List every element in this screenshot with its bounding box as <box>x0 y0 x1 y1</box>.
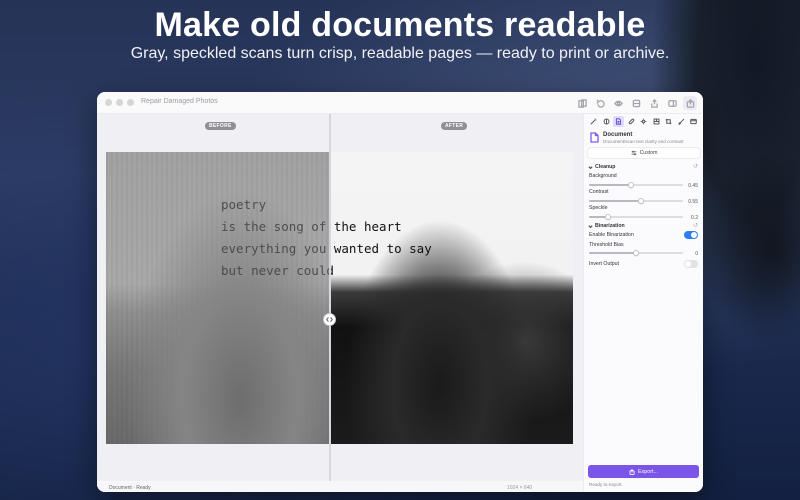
contrast-value: 0.55 <box>688 199 698 205</box>
app-window: Repair Damaged Photos BEFORE AFTER poetr… <box>97 92 703 492</box>
inspector-panel: Document Document/scan text clarity and … <box>583 114 703 492</box>
window-title: Repair Damaged Photos <box>141 98 218 105</box>
bandage-icon[interactable] <box>626 116 637 127</box>
after-label: AFTER <box>441 122 468 130</box>
poem-line: everything you wanted to say <box>221 241 327 256</box>
window-controls <box>105 99 134 106</box>
arrows-horizontal-icon <box>326 317 333 322</box>
export-status: Ready to export. <box>589 482 623 487</box>
chevron-down-icon <box>588 224 593 228</box>
custom-preset-button[interactable]: Custom <box>588 148 700 158</box>
document-icon[interactable] <box>613 116 624 127</box>
poem-line: but never could <box>221 263 330 278</box>
speckle-slider[interactable] <box>589 213 683 220</box>
sliders-icon <box>631 150 636 156</box>
contrast-slider[interactable] <box>589 197 683 204</box>
binarization-section-toggle[interactable]: Binarization <box>588 223 625 229</box>
film-icon[interactable] <box>688 116 699 127</box>
poem-line: but never could <box>330 263 334 278</box>
export-icon[interactable] <box>683 96 697 110</box>
share-icon[interactable] <box>647 96 661 110</box>
title-bar: Repair Damaged Photos <box>97 92 703 114</box>
adjust-icon[interactable] <box>601 116 612 127</box>
poem-line: is the song of the heart <box>221 219 327 234</box>
magic-wand-icon[interactable] <box>588 116 599 127</box>
undo-icon[interactable] <box>593 96 607 110</box>
custom-preset-label: Custom <box>639 150 658 156</box>
preset-segmented-control: Custom <box>588 148 700 158</box>
export-button-label: Export... <box>637 468 659 475</box>
cleanup-section-toggle[interactable]: Cleanup <box>588 164 615 170</box>
export-button[interactable]: Export... <box>588 465 699 478</box>
hero-title: Make old documents readable <box>154 6 646 44</box>
poem-line: poetry <box>221 197 267 212</box>
hero-subtitle: Gray, speckled scans turn crisp, readabl… <box>130 45 670 62</box>
preset-title: Document <box>603 132 633 138</box>
poem-line: is the song of the heart <box>333 219 402 234</box>
cleanup-section-title: Cleanup <box>595 164 616 170</box>
compare-icon[interactable] <box>575 96 589 110</box>
invert-output-toggle[interactable] <box>684 260 698 268</box>
speckle-value: 0.2 <box>691 215 698 221</box>
background-slider[interactable] <box>589 181 683 188</box>
threshold-bias-value: 0 <box>695 251 698 257</box>
reset-binarization-icon[interactable]: ↺ <box>693 222 698 229</box>
contrast-label: Contrast <box>589 189 609 195</box>
compare-handle[interactable] <box>323 313 336 326</box>
background-slider-knob[interactable] <box>628 181 635 188</box>
compare-divider[interactable] <box>329 114 331 492</box>
image-canvas[interactable]: BEFORE AFTER poetryis the song of the he… <box>97 114 583 492</box>
contrast-slider-knob[interactable] <box>637 197 644 204</box>
status-text: Document · Ready <box>109 485 151 491</box>
halftone-icon[interactable] <box>651 116 662 127</box>
settings-icon[interactable] <box>638 116 649 127</box>
background-value: 0.45 <box>688 183 698 189</box>
image-dimensions: 1024 × 640 <box>507 485 533 491</box>
mask-icon[interactable] <box>629 96 643 110</box>
export-icon <box>629 468 635 475</box>
enable-binarization-label: Enable Binarization <box>589 232 634 238</box>
threshold-bias-slider[interactable] <box>589 249 683 256</box>
preset-description: Document/scan text clarity and contrast <box>603 139 684 144</box>
before-label: BEFORE <box>205 122 236 130</box>
sidebar-icon[interactable] <box>665 96 679 110</box>
binarization-section-title: Binarization <box>595 223 625 229</box>
brush-icon[interactable] <box>676 116 687 127</box>
document-preset-icon <box>590 132 599 143</box>
threshold-bias-label: Threshold Bias <box>589 242 624 248</box>
before-text: poetry is the song of the heart everything… <box>106 152 330 444</box>
minimize-window-button[interactable] <box>116 99 123 106</box>
zoom-window-button[interactable] <box>127 99 134 106</box>
reset-cleanup-icon[interactable]: ↺ <box>693 163 698 170</box>
speckle-slider-knob[interactable] <box>604 213 611 220</box>
eye-icon[interactable] <box>611 96 625 110</box>
speckle-label: Speckle <box>589 205 608 211</box>
chevron-down-icon <box>588 165 593 169</box>
toolbar <box>575 96 697 110</box>
poem-line: everything you wanted to say <box>333 241 432 256</box>
tool-row <box>588 116 703 127</box>
background-tree-lower <box>700 150 800 350</box>
crop-icon[interactable] <box>663 116 674 127</box>
save-icon[interactable] <box>701 116 704 127</box>
threshold-bias-slider-knob[interactable] <box>633 249 639 256</box>
poem-line: poetry <box>330 194 432 216</box>
invert-output-label: Invert Output <box>589 261 619 267</box>
close-window-button[interactable] <box>105 99 112 106</box>
document-photo: poetryis the song of the hearteverything… <box>106 152 573 444</box>
enable-binarization-toggle[interactable] <box>684 231 698 239</box>
preset-header: Document Document/scan text clarity and … <box>590 132 683 144</box>
background-label: Background <box>589 173 617 179</box>
after-text: poetry is the song of the heart everything… <box>330 152 573 444</box>
